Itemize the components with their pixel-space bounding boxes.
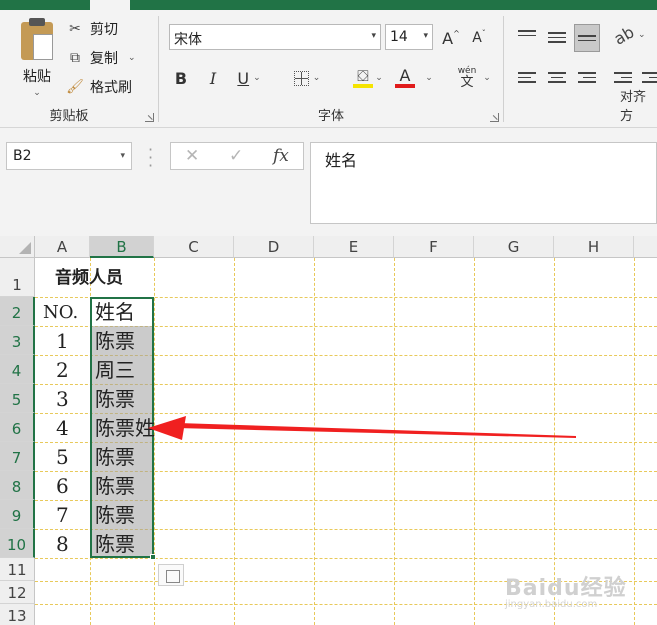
paste-icon xyxy=(21,18,53,60)
font-color-label: A xyxy=(399,66,411,85)
paste-button[interactable]: 粘贴 ⌄ xyxy=(14,16,60,100)
active-tab-indicator xyxy=(90,0,130,10)
font-color-swatch xyxy=(395,84,415,88)
formula-buttons: ✕ ✓ fx xyxy=(170,142,304,170)
chevron-down-icon: ⌄ xyxy=(483,73,491,83)
alignment-group: ab ⌄ 对齐方 xyxy=(504,10,657,128)
chevron-down-icon: ▾ xyxy=(371,31,376,41)
font-size-value: 14 xyxy=(390,29,408,45)
top-align-icon[interactable] xyxy=(518,30,536,44)
shrink-font-label: A xyxy=(472,30,482,46)
caret-down-icon: ˇ xyxy=(481,28,486,38)
fill-color-swatch xyxy=(353,84,373,88)
chevron-down-icon[interactable]: ⌄ xyxy=(14,88,60,98)
worksheet-grid[interactable]: A B C D E F G H 1 2 3 4 5 6 7 8 9 10 11 … xyxy=(0,236,657,625)
align-right-icon[interactable] xyxy=(578,72,596,86)
chevron-down-icon: ⌄ xyxy=(312,73,321,83)
phonetic-bottom: 文 xyxy=(460,75,474,90)
format-painter-label: 格式刷 xyxy=(90,80,132,96)
font-group-label: 字体 xyxy=(317,109,344,124)
bold-label: B xyxy=(174,68,188,88)
clipboard-group-label: 剪贴板 xyxy=(49,109,89,124)
chevron-down-icon: ⌄ xyxy=(253,73,261,83)
chevron-down-icon: ▾ xyxy=(423,31,428,41)
font-dialog-launcher-icon[interactable] xyxy=(490,113,499,122)
copy-label: 复制 xyxy=(90,51,118,67)
middle-align-icon[interactable] xyxy=(548,32,566,46)
font-color-button[interactable]: A xyxy=(393,66,417,90)
enter-icon[interactable]: ✓ xyxy=(229,146,243,166)
title-bar-strip xyxy=(0,0,657,10)
font-group: 宋体 ▾ 14 ▾ A ^ Aˇ B I U ⌄ ⌄ ⛋ ⌄ A ⌄ wén 文… xyxy=(159,10,503,128)
format-painter-button[interactable]: 🖌 格式刷 xyxy=(66,76,132,98)
paintbrush-icon: 🖌 xyxy=(66,79,84,95)
font-size-select[interactable]: 14 ▾ xyxy=(385,24,433,50)
chevron-down-icon[interactable]: ▾ xyxy=(120,151,125,161)
bottom-align-button[interactable] xyxy=(574,24,600,52)
ribbon: 粘贴 ⌄ ✂ 剪切 ⧉ 复制 ⌄ 🖌 格式刷 剪贴板 宋体 ▾ 14 ▾ A^ xyxy=(0,10,657,128)
name-box[interactable]: B2 ▾ xyxy=(6,142,132,170)
bold-button[interactable]: B xyxy=(171,66,191,90)
drag-handle-icon[interactable]: · · · xyxy=(148,142,153,174)
underline-button[interactable]: U ⌄ xyxy=(233,66,265,90)
grow-font-button[interactable]: A ^ xyxy=(441,26,461,50)
alignment-group-label: 对齐方 xyxy=(620,90,647,124)
paste-label: 粘贴 xyxy=(23,69,51,85)
phonetic-dropdown[interactable]: ⌄ xyxy=(479,66,491,90)
formula-bar-area: B2 ▾ · · · ✕ ✓ fx 姓名 xyxy=(0,128,657,236)
watermark-logo: Baidu经验 jingyan.baidu.com xyxy=(505,570,627,610)
cancel-icon[interactable]: ✕ xyxy=(185,146,199,166)
caret-up-icon: ^ xyxy=(453,28,460,38)
chevron-down-icon[interactable]: ⌄ xyxy=(638,30,646,40)
chevron-down-icon: ⌄ xyxy=(375,73,383,83)
cut-label: 剪切 xyxy=(90,22,118,38)
chevron-down-icon[interactable]: ⌄ xyxy=(128,53,136,63)
decrease-indent-icon[interactable] xyxy=(614,72,632,86)
italic-button[interactable]: I xyxy=(203,66,223,90)
grow-font-label: A xyxy=(442,28,454,48)
formula-input[interactable]: 姓名 xyxy=(310,142,657,224)
borders-button[interactable]: ⌄ xyxy=(287,66,327,90)
scissors-icon: ✂ xyxy=(69,21,81,37)
cut-button[interactable]: ✂ 剪切 xyxy=(66,18,118,40)
annotation-arrow xyxy=(148,416,576,440)
clipboard-dialog-launcher-icon[interactable] xyxy=(145,113,154,122)
font-color-dropdown[interactable]: ⌄ xyxy=(421,66,433,90)
copy-button[interactable]: ⧉ 复制 ⌄ xyxy=(66,47,136,69)
name-box-value: B2 xyxy=(13,148,32,164)
italic-label: I xyxy=(209,68,217,88)
watermark-text: Baidu经验 xyxy=(505,576,627,601)
fill-color-dropdown[interactable]: ⌄ xyxy=(371,66,383,90)
chevron-down-icon: ⌄ xyxy=(425,73,433,83)
orientation-icon[interactable]: ab xyxy=(611,22,638,48)
bottom-align-icon xyxy=(578,35,596,49)
underline-label: U xyxy=(237,68,250,88)
borders-icon xyxy=(293,70,309,86)
increase-indent-icon[interactable] xyxy=(642,72,657,86)
shrink-font-button[interactable]: Aˇ xyxy=(469,26,489,50)
align-left-icon[interactable] xyxy=(518,72,536,86)
align-center-icon[interactable] xyxy=(548,72,566,86)
clipboard-group: 粘贴 ⌄ ✂ 剪切 ⧉ 复制 ⌄ 🖌 格式刷 剪贴板 xyxy=(0,10,158,128)
insert-function-icon[interactable]: fx xyxy=(273,146,289,166)
font-name-value: 宋体 xyxy=(174,32,202,48)
font-name-select[interactable]: 宋体 ▾ xyxy=(169,24,381,50)
copy-icon: ⧉ xyxy=(70,50,80,66)
fill-bucket-icon: ⛋ xyxy=(357,67,369,85)
